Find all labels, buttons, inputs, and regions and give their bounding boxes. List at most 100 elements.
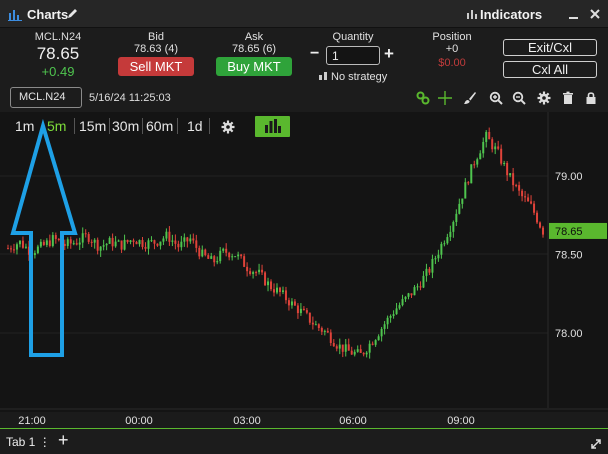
candle-body bbox=[192, 238, 195, 241]
candle-body bbox=[476, 159, 479, 165]
chart-style-button[interactable] bbox=[255, 116, 290, 137]
candle-body bbox=[332, 342, 335, 347]
candle-body bbox=[102, 245, 105, 247]
candle-body bbox=[404, 296, 407, 300]
candle-body bbox=[314, 324, 317, 326]
candle-body bbox=[344, 344, 347, 352]
quantity-panel: Quantity − + bbox=[308, 31, 398, 66]
candle-body bbox=[491, 139, 494, 150]
candle-body bbox=[267, 281, 270, 286]
candle-body bbox=[509, 173, 512, 176]
quantity-input[interactable] bbox=[326, 46, 380, 65]
candle-body bbox=[234, 256, 237, 258]
candle-body bbox=[326, 330, 329, 333]
zoom-in-icon[interactable] bbox=[489, 91, 503, 105]
candle-body bbox=[383, 324, 386, 329]
candle-body bbox=[105, 243, 108, 246]
candle-body bbox=[413, 287, 416, 296]
candle-body bbox=[470, 164, 473, 184]
indicators-icon[interactable] bbox=[466, 8, 478, 20]
candle-body bbox=[371, 343, 374, 345]
candle-body bbox=[302, 308, 305, 311]
candle-body bbox=[189, 238, 192, 242]
candle-body bbox=[90, 241, 93, 243]
resize-icon[interactable] bbox=[590, 438, 602, 450]
symbol-input[interactable]: MCL.N24 bbox=[10, 87, 82, 108]
candle-body bbox=[419, 286, 422, 288]
add-tab-button[interactable]: + bbox=[58, 430, 69, 451]
candle-body bbox=[527, 197, 530, 202]
window-title: Charts bbox=[27, 7, 69, 22]
price-change: +0.49 bbox=[41, 64, 75, 79]
exit-cancel-button[interactable]: Exit/Cxl bbox=[503, 39, 597, 56]
sell-market-button[interactable]: Sell MKT bbox=[118, 57, 194, 76]
candle-body bbox=[114, 241, 117, 247]
tab-1[interactable]: Tab 1 ⋮ bbox=[6, 433, 51, 451]
link-icon[interactable] bbox=[416, 91, 430, 105]
position-pnl: $0.00 bbox=[438, 57, 466, 69]
price-chart[interactable]: 79.00 78.50 78.00 78.65 21:00 00:00 03:00 06:00… bbox=[0, 112, 608, 427]
candle-body bbox=[341, 344, 344, 352]
lock-icon[interactable] bbox=[584, 91, 598, 105]
candle-body bbox=[377, 336, 380, 341]
strategy-selector[interactable]: No strategy bbox=[318, 70, 387, 83]
cancel-all-button[interactable]: Cxl All bbox=[503, 61, 597, 78]
quantity-increase-button[interactable]: + bbox=[384, 44, 394, 64]
crosshair-icon[interactable] bbox=[438, 91, 452, 105]
edit-title-icon[interactable] bbox=[66, 7, 79, 20]
quantity-decrease-button[interactable]: − bbox=[310, 45, 319, 63]
candle-body bbox=[9, 248, 12, 250]
candle-body bbox=[42, 241, 45, 245]
candle-body bbox=[305, 310, 308, 313]
candle-body bbox=[153, 240, 156, 244]
candle-body bbox=[503, 162, 506, 164]
timeframe-30m[interactable]: 30m bbox=[112, 116, 139, 136]
timeframe-15m[interactable]: 15m bbox=[79, 116, 106, 136]
candle-body bbox=[464, 182, 467, 199]
timeframe-1d[interactable]: 1d bbox=[187, 116, 203, 136]
indicators-button[interactable]: Indicators bbox=[480, 7, 542, 22]
minimize-icon[interactable] bbox=[568, 8, 580, 20]
candle-body bbox=[497, 146, 500, 149]
candlestick-chart[interactable]: 79.00 78.50 78.00 78.65 21:00 00:00 03:00 06:00… bbox=[0, 112, 608, 428]
timeframe-60m[interactable]: 60m bbox=[146, 116, 173, 136]
candle-body bbox=[368, 343, 371, 353]
chart-toolbar: MCL.N24 5/16/24 11:25:03 bbox=[0, 84, 608, 112]
candle-body bbox=[446, 237, 449, 244]
candle-body bbox=[431, 259, 434, 273]
candle-body bbox=[386, 317, 389, 325]
timeframe-1m[interactable]: 1m bbox=[15, 116, 34, 136]
candle-body bbox=[24, 246, 27, 248]
candle-body bbox=[228, 252, 231, 258]
candle-body bbox=[455, 213, 458, 223]
bid-panel: Bid 78.63 (4) Sell MKT bbox=[116, 31, 196, 76]
candle-body bbox=[515, 185, 518, 187]
zoom-out-icon[interactable] bbox=[512, 91, 526, 105]
candle-body bbox=[108, 237, 111, 244]
time-tick-label: 03:00 bbox=[233, 415, 261, 427]
bid-label: Bid bbox=[148, 31, 164, 43]
candle-body bbox=[452, 222, 455, 232]
candle-body bbox=[273, 289, 276, 293]
gear-icon[interactable] bbox=[537, 91, 551, 105]
candle-body bbox=[440, 243, 443, 255]
brush-icon[interactable] bbox=[463, 91, 477, 105]
candle-body bbox=[87, 234, 90, 242]
trash-icon[interactable] bbox=[561, 91, 575, 105]
candle-body bbox=[264, 272, 267, 286]
position-label: Position bbox=[432, 31, 472, 43]
candle-body bbox=[524, 196, 527, 198]
candle-body bbox=[428, 268, 431, 273]
instrument-symbol: MCL.N24 bbox=[34, 31, 82, 43]
timeframe-5m[interactable]: 5m bbox=[47, 116, 66, 136]
close-icon[interactable] bbox=[589, 8, 601, 20]
candle-body bbox=[249, 271, 252, 274]
candle-body bbox=[69, 239, 72, 244]
candle-body bbox=[252, 272, 255, 274]
buy-market-button[interactable]: Buy MKT bbox=[216, 57, 292, 76]
price-tick-label: 78.50 bbox=[555, 250, 583, 262]
candle-body bbox=[407, 293, 410, 297]
chart-settings-icon[interactable] bbox=[221, 120, 235, 134]
candle-body bbox=[195, 240, 198, 248]
ask-label: Ask bbox=[244, 31, 264, 43]
